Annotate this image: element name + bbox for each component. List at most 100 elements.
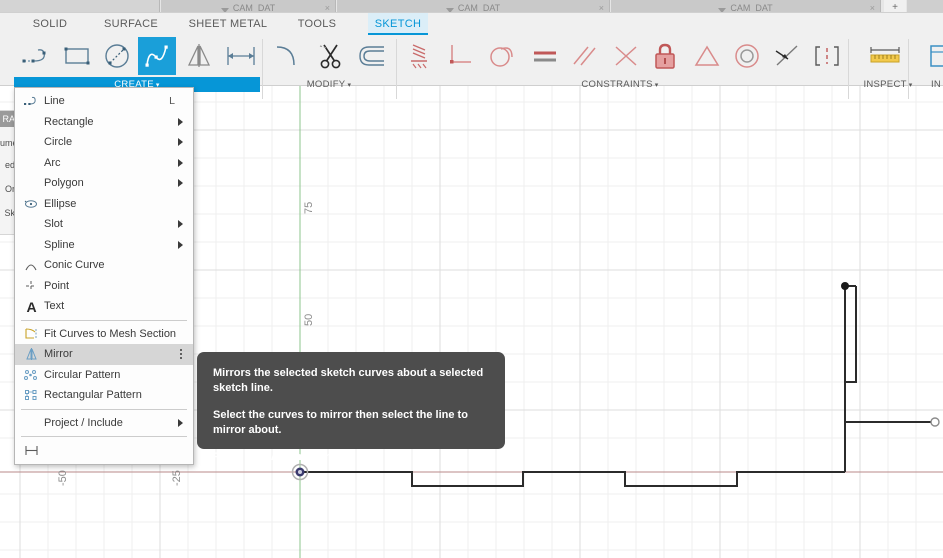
menu-item-label: Fit Curves to Mesh Section — [44, 327, 177, 340]
sketch-dimension-tool[interactable] — [222, 37, 260, 75]
menu-item-text[interactable]: A Text — [15, 296, 193, 317]
tooltip-line-2: Select the curves to mirror then select … — [213, 409, 468, 436]
tab-sheet-metal[interactable]: SHEET METAL — [182, 13, 274, 35]
ruler-icon — [870, 47, 900, 63]
document-tab[interactable] — [0, 0, 160, 12]
menu-item-label: Rectangle — [44, 115, 94, 128]
circle-icon — [105, 44, 129, 68]
tangent-constraint[interactable] — [484, 37, 522, 75]
concentric-constraint[interactable] — [728, 37, 766, 75]
circle-tool[interactable] — [98, 37, 136, 75]
measure-tool[interactable] — [866, 37, 904, 75]
caret-icon: ▾ — [654, 82, 659, 89]
offset-tool[interactable] — [354, 37, 392, 75]
tab-solid[interactable]: SOLID — [20, 13, 80, 35]
mirror-tool[interactable] — [180, 37, 218, 75]
new-tab-button[interactable]: + — [884, 0, 906, 12]
menu-item-arc[interactable]: Arc — [15, 153, 193, 174]
submenu-arrow-icon — [178, 220, 183, 229]
equal-constraint[interactable] — [526, 37, 564, 75]
tab-sketch[interactable]: SKETCH — [368, 13, 428, 35]
menu-item-label: Spline — [44, 238, 75, 251]
menu-item-label: Rectangular Pattern — [44, 389, 142, 402]
trim-tool[interactable] — [312, 37, 350, 75]
perpendicular-constraint[interactable] — [442, 37, 480, 75]
parallel-constraint[interactable] — [566, 37, 604, 75]
blank-icon — [23, 115, 39, 129]
curvature-constraint[interactable] — [768, 37, 806, 75]
menu-item-label: Arc — [44, 156, 61, 169]
sketch-dimension-icon — [227, 47, 255, 65]
menu-item-mirror[interactable]: Mirror — [15, 344, 193, 365]
panel-inspect-label: INSPECT — [863, 79, 907, 90]
tool-row — [0, 35, 943, 99]
overflow-menu-icon[interactable] — [180, 349, 182, 360]
menu-item-ellipse[interactable]: Ellipse — [15, 194, 193, 215]
panel-constraints[interactable]: CONSTRAINTS ▾ — [540, 77, 700, 92]
menu-item-conic-curve[interactable]: Conic Curve — [15, 255, 193, 276]
spline-icon — [145, 45, 168, 67]
close-icon[interactable]: × — [599, 3, 604, 12]
menu-item-slot[interactable]: Slot — [15, 214, 193, 235]
menu-item-point[interactable]: Point — [15, 276, 193, 297]
blank-icon — [23, 416, 39, 430]
create-dropdown-menu[interactable]: Line L Rectangle Circle Arc Polygon Elli… — [14, 87, 194, 465]
caret-icon: ▾ — [908, 82, 913, 89]
document-tab[interactable]: CAM_DAT × — [337, 0, 610, 12]
menu-separator — [21, 408, 187, 410]
rectangle-tool[interactable] — [58, 37, 96, 75]
menu-item-polygon[interactable]: Polygon — [15, 173, 193, 194]
tab-tools[interactable]: TOOLS — [288, 13, 346, 35]
panel-modify-label: MODIFY — [306, 79, 346, 90]
menu-item-fit-curves-to-mesh-section[interactable]: Fit Curves to Mesh Section — [15, 324, 193, 345]
menu-item-circular-pattern[interactable]: Circular Pattern — [15, 365, 193, 386]
tooltip-line-1: Mirrors the selected sketch curves about… — [213, 367, 484, 394]
blank-icon — [23, 135, 39, 149]
concentric-icon — [735, 44, 759, 68]
close-icon[interactable]: × — [870, 3, 875, 12]
symmetry-constraint[interactable] — [688, 37, 726, 75]
menu-item-project-include[interactable]: Project / Include — [15, 413, 193, 434]
spline-tool[interactable] — [138, 37, 176, 75]
break-tool[interactable] — [402, 37, 440, 75]
blank-icon — [23, 238, 39, 252]
panel-inspect[interactable]: INSPECT ▾ — [852, 77, 924, 92]
text-icon: A — [23, 299, 39, 313]
submenu-arrow-icon — [178, 158, 183, 167]
menu-item-circle[interactable]: Circle — [15, 132, 193, 153]
fit-curves-icon — [23, 327, 39, 341]
panel-insert[interactable]: IN — [926, 77, 943, 92]
svg-text:A: A — [26, 300, 36, 313]
conic-curve-icon — [23, 258, 39, 272]
insert-tool[interactable] — [920, 37, 943, 75]
menu-item-line[interactable]: Line L — [15, 91, 193, 112]
fix-unfix-constraint[interactable] — [646, 37, 684, 75]
menu-item-label: Line — [44, 95, 65, 108]
panel-insert-label: IN — [930, 79, 942, 90]
lock-icon — [655, 43, 675, 69]
line-tool[interactable] — [18, 37, 56, 75]
fillet-tool[interactable] — [270, 37, 308, 75]
midpoint-constraint[interactable] — [608, 37, 646, 75]
menu-item-rectangle[interactable]: Rectangle — [15, 112, 193, 133]
offset-icon — [359, 46, 384, 66]
document-tab[interactable]: CAM_DAT × — [161, 0, 336, 12]
submenu-arrow-icon — [178, 117, 183, 126]
menu-item-label: Project / Include — [44, 416, 123, 429]
menu-item-spline[interactable]: Spline — [15, 235, 193, 256]
menu-item-rectangular-pattern[interactable]: Rectangular Pattern — [15, 385, 193, 406]
parallel-icon — [573, 46, 596, 66]
circular-pattern-icon — [23, 368, 39, 382]
panel-modify[interactable]: MODIFY ▾ — [264, 77, 394, 92]
collinear-constraint[interactable] — [808, 37, 846, 75]
document-tab[interactable]: CAM_DAT × — [611, 0, 881, 12]
break-icon — [411, 44, 427, 69]
close-icon[interactable]: × — [325, 3, 330, 12]
menu-item-sketch-dimension[interactable] — [15, 440, 193, 461]
menu-separator — [21, 436, 187, 437]
submenu-arrow-icon — [178, 138, 183, 147]
midpoint-icon — [615, 46, 637, 66]
tab-surface[interactable]: SURFACE — [96, 13, 166, 35]
ellipse-icon — [23, 197, 39, 211]
menu-item-label: Circle — [44, 136, 73, 149]
